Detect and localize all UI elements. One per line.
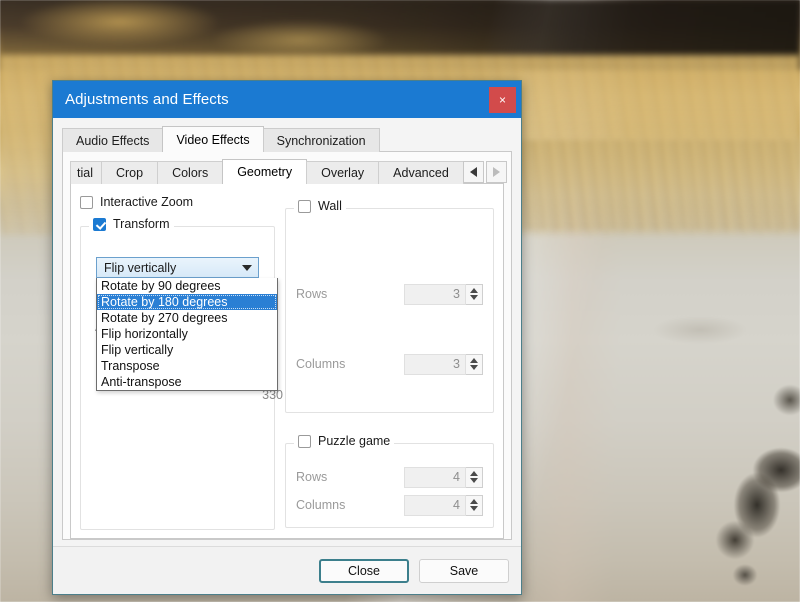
wall-columns-stepper[interactable] [466,354,483,375]
adjustments-and-effects-dialog: Adjustments and Effects × Audio Effects … [52,80,522,595]
sub-tab-advanced[interactable]: Advanced [378,161,464,184]
geometry-left-column: Interactive Zoom Transform Flip vertical… [80,192,275,530]
sub-tab-colors[interactable]: Colors [157,161,223,184]
geometry-right-column: Wall Rows 3 [285,192,494,530]
puzzle-rows-row: Rows 4 [296,466,483,488]
main-tab-bar: Audio Effects Video Effects Synchronizat… [62,126,512,152]
transform-checkbox[interactable] [93,218,106,231]
triangle-right-icon [493,167,500,177]
dropdown-option[interactable]: Rotate by 270 degrees [97,310,277,326]
sub-tab-crop[interactable]: Crop [101,161,158,184]
puzzle-game-checkbox[interactable] [298,435,311,448]
effects-sub-tab-bar: tial Crop Colors Geometry Overlay Advanc… [70,159,504,184]
transform-mode-combobox-wrap: Flip vertically Rotate by 90 degrees Rot… [96,257,259,278]
transform-group: Transform Flip vertically Rotate by 90 d… [80,226,275,530]
wall-group-header[interactable]: Wall [294,199,346,213]
video-effects-panel: tial Crop Colors Geometry Overlay Advanc… [62,151,512,540]
transform-mode-combobox[interactable]: Flip vertically [96,257,259,278]
dropdown-option[interactable]: Flip horizontally [97,326,277,342]
wall-rows-input[interactable]: 3 [404,284,466,305]
interactive-zoom-label: Interactive Zoom [100,195,193,209]
stepper-up-icon[interactable] [470,499,478,504]
puzzle-columns-row: Columns 4 [296,494,483,516]
dropdown-option[interactable]: Rotate by 90 degrees [97,278,277,294]
dialog-titlebar: Adjustments and Effects × [53,81,521,118]
dropdown-option[interactable]: Flip vertically [97,342,277,358]
wall-rows-spinner[interactable]: 3 [404,284,483,305]
chevron-down-icon [242,265,252,271]
dropdown-option[interactable]: Anti-transpose [97,374,277,390]
close-button[interactable]: Close [319,559,409,583]
stepper-up-icon[interactable] [470,288,478,293]
dialog-title: Adjustments and Effects [65,91,229,108]
dialog-body: Audio Effects Video Effects Synchronizat… [53,118,521,594]
dropdown-option-highlighted[interactable]: Rotate by 180 degrees [97,294,277,310]
puzzle-rows-label: Rows [296,470,404,484]
interactive-zoom-checkbox[interactable] [80,196,93,209]
puzzle-rows-stepper[interactable] [466,467,483,488]
puzzle-group-header[interactable]: Puzzle game [294,434,394,448]
transform-mode-dropdown-list: Rotate by 90 degrees Rotate by 180 degre… [96,278,278,391]
stepper-up-icon[interactable] [470,358,478,363]
transform-label: Transform [113,217,170,231]
wall-rows-row: Rows 3 [296,283,483,305]
sub-tab-geometry[interactable]: Geometry [222,159,307,184]
tab-audio-effects[interactable]: Audio Effects [62,128,163,152]
stepper-down-icon[interactable] [470,295,478,300]
puzzle-game-label: Puzzle game [318,434,390,448]
stepper-down-icon[interactable] [470,506,478,511]
interactive-zoom-row[interactable]: Interactive Zoom [80,192,275,212]
stepper-down-icon[interactable] [470,478,478,483]
scroll-tabs-right-button[interactable] [486,161,507,183]
puzzle-rows-input[interactable]: 4 [404,467,466,488]
wall-rows-stepper[interactable] [466,284,483,305]
save-button[interactable]: Save [419,559,509,583]
wall-columns-input[interactable]: 3 [404,354,466,375]
scroll-tabs-left-button[interactable] [463,161,484,183]
transform-group-header[interactable]: Transform [89,217,174,231]
stepper-up-icon[interactable] [470,471,478,476]
dialog-footer: Close Save [53,546,521,594]
close-icon[interactable]: × [489,87,516,113]
tab-video-effects[interactable]: Video Effects [162,126,263,152]
puzzle-game-group: Puzzle game Rows 4 [285,443,494,528]
sub-tab-overlay[interactable]: Overlay [306,161,379,184]
wall-columns-spinner[interactable]: 3 [404,354,483,375]
wall-columns-row: Columns 3 [296,353,483,375]
wall-rows-label: Rows [296,287,404,301]
wall-group: Wall Rows 3 [285,208,494,413]
puzzle-columns-input[interactable]: 4 [404,495,466,516]
puzzle-columns-stepper[interactable] [466,495,483,516]
geometry-panel: Interactive Zoom Transform Flip vertical… [70,183,504,539]
wall-label: Wall [318,199,342,213]
triangle-left-icon [470,167,477,177]
sub-tab-essential[interactable]: tial [70,161,102,184]
wall-columns-label: Columns [296,357,404,371]
puzzle-columns-label: Columns [296,498,404,512]
sub-tab-nav [463,161,507,184]
wall-checkbox[interactable] [298,200,311,213]
puzzle-rows-spinner[interactable]: 4 [404,467,483,488]
puzzle-columns-spinner[interactable]: 4 [404,495,483,516]
transform-mode-value: Flip vertically [104,261,176,275]
dropdown-option[interactable]: Transpose [97,358,277,374]
tab-synchronization[interactable]: Synchronization [263,128,380,152]
stepper-down-icon[interactable] [470,365,478,370]
